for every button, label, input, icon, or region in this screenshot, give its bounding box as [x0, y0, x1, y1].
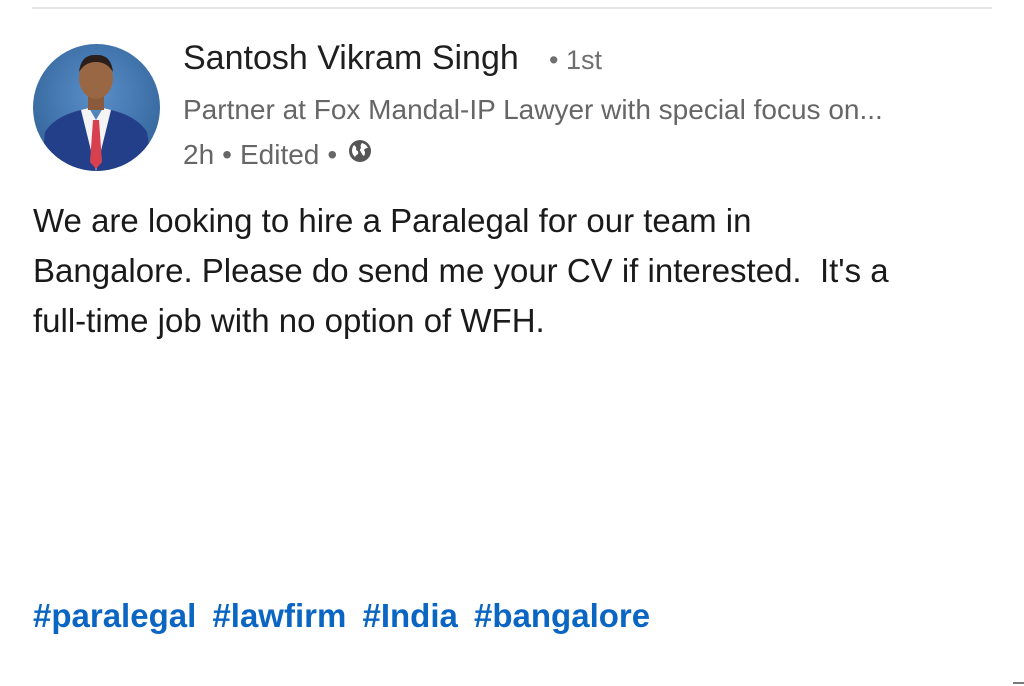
connection-degree-label: 1st [565, 45, 602, 75]
meta-separator: • [327, 139, 338, 170]
author-avatar[interactable] [33, 44, 160, 171]
post-body-line: We are looking to hire a Paralegal for o… [33, 202, 752, 239]
degree-dot: • [549, 45, 559, 75]
globe-icon [345, 137, 373, 173]
connection-degree: • 1st [549, 43, 602, 77]
hashtag-list: #paralegal #lawfirm #India #bangalore [33, 595, 657, 637]
meta-separator: • [222, 139, 232, 170]
hashtag-link[interactable]: #paralegal [33, 597, 196, 634]
hashtag-link[interactable]: #bangalore [474, 597, 650, 634]
post-meta: 2h • Edited • [183, 137, 373, 173]
post-body-line: Bangalore. Please do send me your CV if … [33, 252, 889, 289]
author-headline: Partner at Fox Mandal-IP Lawyer with spe… [183, 94, 883, 125]
corner-mark [1013, 682, 1024, 684]
post-body: We are looking to hire a Paralegal for o… [33, 196, 993, 346]
hashtag-link[interactable]: #lawfirm [212, 597, 346, 634]
edited-label: Edited [239, 139, 320, 170]
post-body-line: full-time job with no option of WFH. [33, 302, 545, 339]
author-name[interactable]: Santosh Vikram Singh [183, 38, 519, 78]
post-age: 2h [183, 139, 215, 170]
hashtag-link[interactable]: #India [363, 597, 458, 634]
top-divider [32, 7, 992, 9]
